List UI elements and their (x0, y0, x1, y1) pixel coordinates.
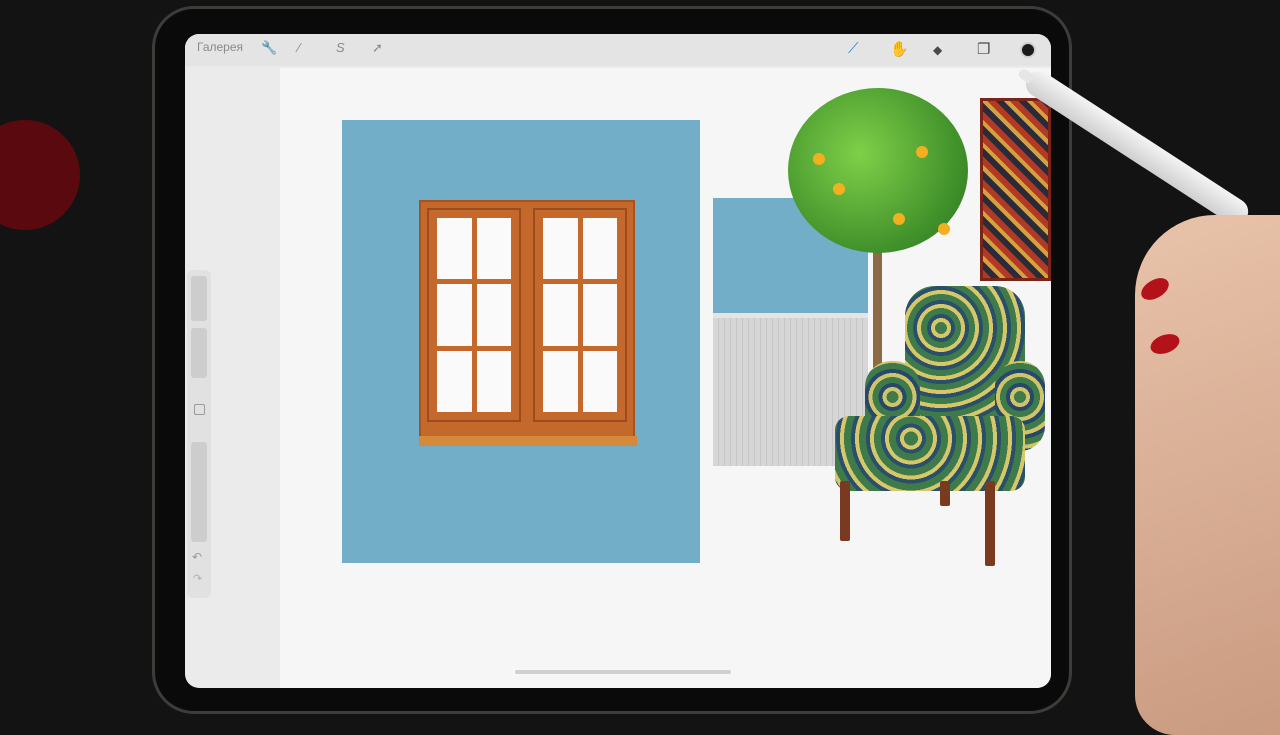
window-right-sash (533, 208, 627, 422)
window-image (419, 200, 637, 446)
window-sill (419, 436, 637, 446)
window-left-sash (427, 208, 521, 422)
armchair-image (830, 276, 1051, 566)
tapestry-image (980, 98, 1051, 281)
brush-icon[interactable]: ⟋ (848, 40, 859, 57)
opacity-slider[interactable] (191, 442, 207, 542)
layers-icon[interactable]: ❐ (977, 40, 990, 58)
modify-button[interactable] (194, 404, 205, 415)
eraser-icon[interactable]: ◆ (933, 43, 942, 57)
smudge-icon[interactable]: ✋ (890, 40, 909, 58)
color-picker-button[interactable] (1020, 42, 1036, 58)
selection-icon[interactable]: S (336, 40, 345, 55)
undo-icon[interactable]: ↶ (192, 550, 202, 564)
transform-arrow-icon[interactable]: ➚ (372, 40, 383, 56)
brush-size-slider-lower[interactable] (191, 328, 207, 378)
top-toolbar: Галерея 🔧 ⁄ S ➚ ⟋ ✋ ◆ ❐ (185, 34, 1051, 66)
brush-size-slider[interactable] (191, 276, 207, 321)
left-sidebar: ↶ ↷ (187, 270, 211, 598)
left-hand (0, 120, 80, 230)
home-indicator (515, 670, 731, 674)
magic-wand-icon[interactable]: ⁄ (298, 40, 300, 55)
drawing-canvas[interactable] (280, 68, 1051, 688)
ipad-screen: Галерея 🔧 ⁄ S ➚ ⟋ ✋ ◆ ❐ ↶ ↷ (185, 34, 1051, 688)
wrench-icon[interactable]: 🔧 (261, 40, 277, 56)
blue-wall-panel (342, 120, 700, 563)
redo-icon[interactable]: ↷ (193, 572, 202, 585)
gallery-button[interactable]: Галерея (197, 40, 243, 54)
right-hand (1135, 215, 1280, 735)
